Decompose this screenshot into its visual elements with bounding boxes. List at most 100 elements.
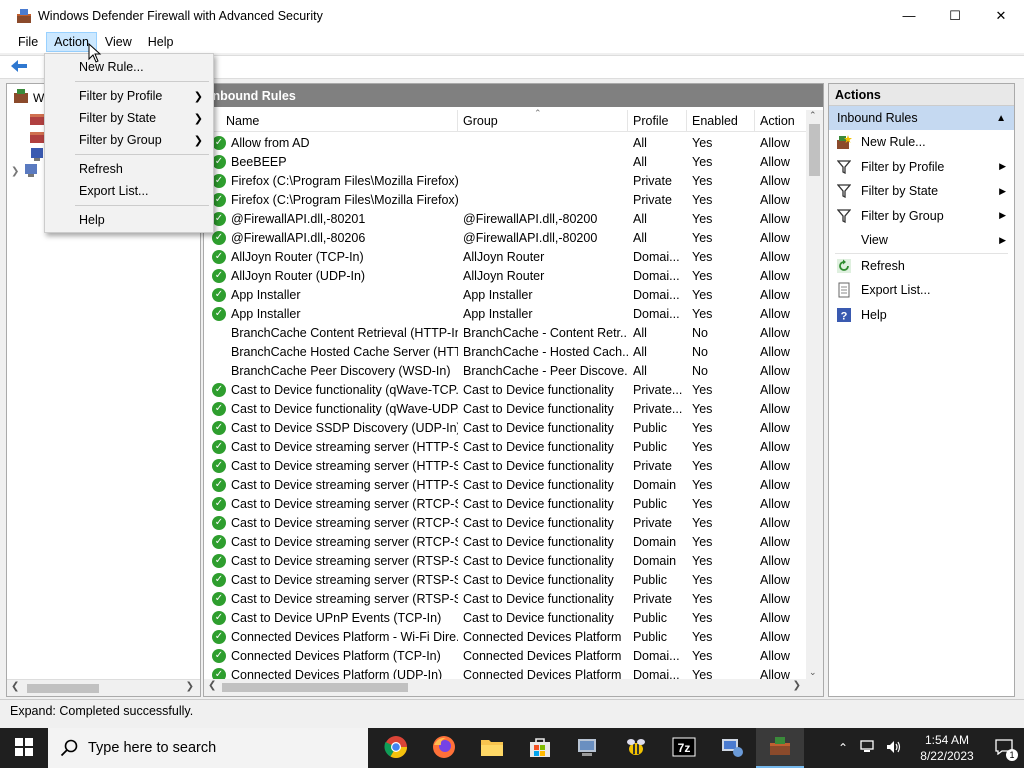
action-menu-help[interactable]: Help <box>45 209 213 231</box>
table-row[interactable]: ✓ Cast to Device streaming server (RTSP-S… <box>204 570 808 589</box>
collapse-up-icon[interactable]: ▲ <box>996 113 1006 124</box>
firefox-taskbar-button[interactable] <box>420 728 468 768</box>
rules-horizontal-scrollbar[interactable]: ❮ ❯ <box>204 679 823 696</box>
tree-item-monitoring[interactable]: ❯ <box>11 162 39 181</box>
table-row[interactable]: ✓ AllJoyn Router (UDP-In) AllJoyn Router Do… <box>204 266 808 285</box>
column-name[interactable]: Name <box>204 109 458 132</box>
rules-vscroll-thumb[interactable] <box>809 124 820 176</box>
table-row[interactable]: ✓ Cast to Device UPnP Events (TCP-In) Cast… <box>204 608 808 627</box>
show-hidden-icons-icon[interactable]: ⌃ <box>838 741 848 755</box>
table-row[interactable]: BranchCache Hosted Cache Server (HTTP...… <box>204 342 808 361</box>
table-row[interactable]: ✓ Cast to Device streaming server (RTSP-S… <box>204 589 808 608</box>
table-row[interactable]: ✓ Firefox (C:\Program Files\Mozilla Firef… <box>204 190 808 209</box>
action-menu-filter-group[interactable]: Filter by Group ❯ <box>45 129 213 151</box>
taskbar-search-box[interactable]: Type here to search <box>48 728 368 768</box>
actions-item-new-rule[interactable]: New Rule... <box>829 130 1014 155</box>
network-settings-taskbar-button[interactable] <box>708 728 756 768</box>
scroll-up-icon[interactable]: ⌃ <box>809 110 817 121</box>
cell-profile: Domai... <box>633 306 680 321</box>
tree-root[interactable]: W <box>13 88 44 107</box>
maximize-button[interactable]: ☐ <box>932 0 978 31</box>
actions-item-refresh[interactable]: Refresh <box>829 254 1014 279</box>
table-row[interactable]: BranchCache Content Retrieval (HTTP-In) B… <box>204 323 808 342</box>
close-button[interactable]: ✕ <box>978 0 1024 31</box>
taskbar-clock[interactable]: 1:54 AM 8/22/2023 <box>910 732 984 764</box>
file-explorer-taskbar-button[interactable] <box>468 728 516 768</box>
hscroll-right-icon[interactable]: ❯ <box>793 680 801 691</box>
actions-item-filter-by-profile[interactable]: Filter by Profile ▶ <box>829 155 1014 180</box>
beebeep-taskbar-button[interactable] <box>612 728 660 768</box>
column-action[interactable]: Action <box>755 110 808 132</box>
table-row[interactable]: ✓ Cast to Device streaming server (RTCP-S… <box>204 513 808 532</box>
column-group[interactable]: Group ⌃ <box>458 108 628 132</box>
action-menu-refresh[interactable]: Refresh <box>45 158 213 180</box>
scroll-down-icon[interactable]: ⌄ <box>809 667 817 678</box>
table-row[interactable]: ✓ Cast to Device streaming server (RTCP-S… <box>204 494 808 513</box>
tree-item-outbound[interactable] <box>29 128 45 147</box>
actions-item-view[interactable]: View ▶ <box>829 228 1014 253</box>
cell-profile: Public <box>633 629 668 644</box>
table-row[interactable]: ✓ App Installer App Installer Domai... Yes Al… <box>204 285 808 304</box>
menu-help[interactable]: Help <box>140 32 182 52</box>
action-menu-filter-profile[interactable]: Filter by Profile ❯ <box>45 85 213 107</box>
actions-item-filter-by-group[interactable]: Filter by Group ▶ <box>829 204 1014 229</box>
tree-scroll-thumb[interactable] <box>27 684 99 693</box>
hscroll-left-icon[interactable]: ❮ <box>208 680 216 691</box>
actions-subheader-inbound[interactable]: Inbound Rules ▲ <box>829 106 1014 130</box>
rules-hscroll-thumb[interactable] <box>222 683 408 692</box>
table-row[interactable]: ✓ Cast to Device SSDP Discovery (UDP-In) C… <box>204 418 808 437</box>
menu-view[interactable]: View <box>97 32 140 52</box>
table-row[interactable]: ✓ @FirewallAPI.dll,-80201 @FirewallAPI.dll… <box>204 209 808 228</box>
table-row[interactable]: ✓ AllJoyn Router (TCP-In) AllJoyn Router Do… <box>204 247 808 266</box>
menu-file[interactable]: File <box>10 32 46 52</box>
network-status-icon[interactable] <box>860 739 876 757</box>
actions-item-filter-by-state[interactable]: Filter by State ▶ <box>829 179 1014 204</box>
cell-name: ✓ Firefox (C:\Program Files\Mozilla Firef… <box>204 173 458 188</box>
table-row[interactable]: ✓ Connected Devices Platform (TCP-In) Conn… <box>204 646 808 665</box>
rules-vertical-scrollbar[interactable]: ⌃ ⌄ <box>806 110 823 680</box>
scroll-right-icon[interactable]: ❯ <box>186 681 194 692</box>
table-row[interactable]: ✓ @FirewallAPI.dll,-80206 @FirewallAPI.dll… <box>204 228 808 247</box>
action-menu-new-rule[interactable]: New Rule... <box>45 56 213 78</box>
submenu-arrow-icon: ❯ <box>193 90 203 103</box>
table-row[interactable]: ✓ Cast to Device streaming server (HTTP-S… <box>204 437 808 456</box>
table-row[interactable]: ✓ Cast to Device streaming server (HTTP-S… <box>204 456 808 475</box>
column-profile[interactable]: Profile <box>628 109 687 132</box>
expand-chevron-icon[interactable]: ❯ <box>11 166 19 177</box>
table-row[interactable]: ✓ Cast to Device functionality (qWave-UDP… <box>204 399 808 418</box>
table-row[interactable]: ✓ Firefox (C:\Program Files\Mozilla Firef… <box>204 171 808 190</box>
cell-group: Cast to Device functionality <box>463 610 614 625</box>
minimize-button[interactable]: — <box>886 0 932 31</box>
rule-name: Cast to Device streaming server (RTCP-St… <box>231 496 458 511</box>
action-center-button[interactable]: 1 <box>984 728 1024 768</box>
volume-icon[interactable] <box>886 740 902 757</box>
chrome-taskbar-button[interactable] <box>372 728 420 768</box>
table-row[interactable]: BranchCache Peer Discovery (WSD-In) Branc… <box>204 361 808 380</box>
actions-item-help[interactable]: ? Help <box>829 303 1014 328</box>
cell-name: ✓ Allow from AD <box>204 135 458 150</box>
cell-group: Connected Devices Platform <box>463 629 622 644</box>
mouse-cursor-icon <box>88 42 102 66</box>
network-app-taskbar-button[interactable] <box>564 728 612 768</box>
table-row[interactable]: ✓ Cast to Device streaming server (HTTP-S… <box>204 475 808 494</box>
start-button[interactable] <box>0 728 48 768</box>
action-menu-export-list[interactable]: Export List... <box>45 180 213 202</box>
table-row[interactable]: ✓ Cast to Device streaming server (RTSP-S… <box>204 551 808 570</box>
7zip-taskbar-button[interactable]: 7z <box>660 728 708 768</box>
action-menu-filter-state[interactable]: Filter by State ❯ <box>45 107 213 129</box>
firewall-taskbar-button[interactable] <box>756 728 804 768</box>
table-row[interactable]: ✓ Allow from AD All Yes Allow <box>204 133 808 152</box>
tree-horizontal-scrollbar[interactable]: ❮ ❯ <box>7 679 200 696</box>
actions-item-export-list[interactable]: Export List... <box>829 278 1014 303</box>
column-enabled[interactable]: Enabled <box>687 109 755 132</box>
scroll-left-icon[interactable]: ❮ <box>11 681 19 692</box>
table-row[interactable]: ✓ App Installer App Installer Domai... Yes Al… <box>204 304 808 323</box>
cell-name: ✓ Cast to Device streaming server (RTCP-S… <box>204 534 458 549</box>
back-icon[interactable] <box>10 59 28 76</box>
table-row[interactable]: ✓ Cast to Device functionality (qWave-TCP… <box>204 380 808 399</box>
store-taskbar-button[interactable] <box>516 728 564 768</box>
table-row[interactable]: ✓ Cast to Device streaming server (RTCP-S… <box>204 532 808 551</box>
tree-item-inbound[interactable] <box>29 110 45 129</box>
table-row[interactable]: ✓ BeeBEEP All Yes Allow <box>204 152 808 171</box>
table-row[interactable]: ✓ Connected Devices Platform - Wi-Fi Dire… <box>204 627 808 646</box>
